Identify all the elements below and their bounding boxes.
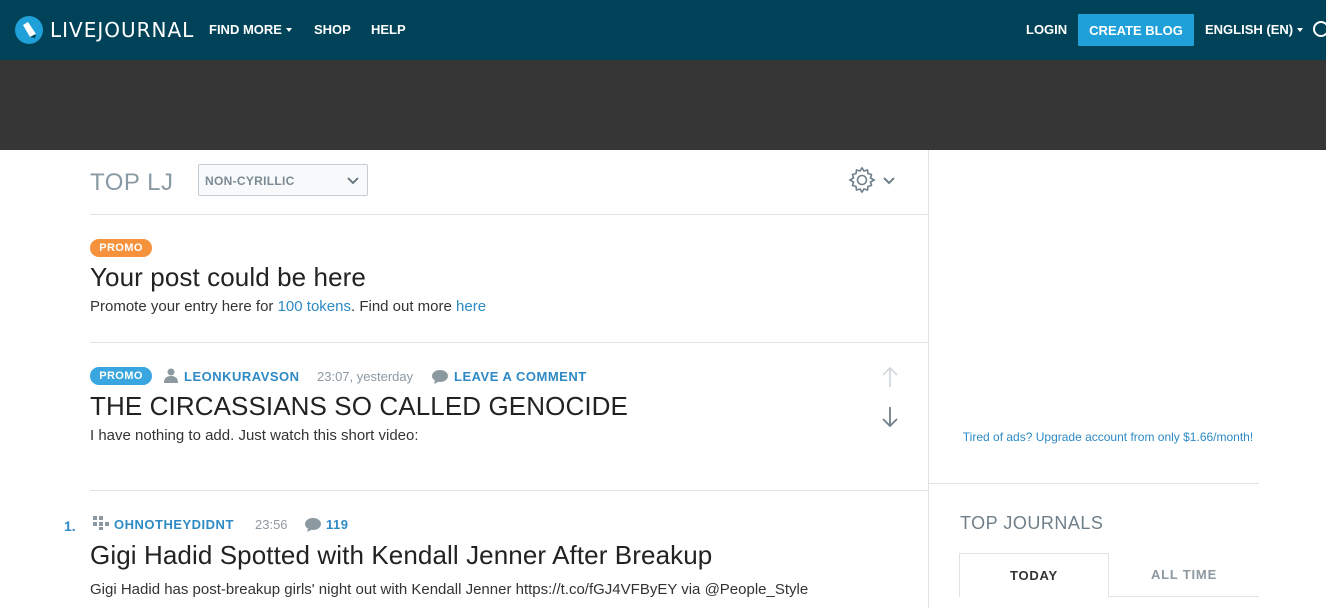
nav-find-more[interactable]: FIND MORE	[209, 22, 292, 37]
arrow-down-icon[interactable]	[880, 406, 900, 428]
chevron-down-icon	[347, 177, 359, 185]
tab-all-time[interactable]: ALL TIME	[1109, 553, 1259, 597]
post-timestamp[interactable]: 23:07, yesterday	[317, 369, 413, 384]
post-excerpt: I have nothing to add. Just watch this s…	[90, 427, 419, 444]
find-out-more-link[interactable]: here	[456, 298, 486, 315]
promo-slot-title[interactable]: Your post could be here	[90, 262, 366, 293]
upgrade-account-link[interactable]: Tired of ads? Upgrade account from only …	[960, 430, 1256, 444]
nav-find-more-label: FIND MORE	[209, 22, 282, 37]
divider	[90, 214, 928, 215]
nav-help[interactable]: HELP	[371, 22, 406, 37]
promo-badge: PROMO	[90, 367, 152, 385]
promo-text-start: Promote your entry here for	[90, 298, 278, 315]
user-icon	[164, 368, 178, 383]
chevron-down-icon[interactable]	[882, 175, 896, 185]
rank-number: 1.	[64, 518, 76, 534]
community-icon	[93, 516, 109, 530]
comment-icon	[305, 518, 321, 532]
dropdown-caret-icon	[1297, 28, 1304, 32]
promo-badge: PROMO	[90, 239, 152, 257]
promo-text-middle: . Find out more	[350, 298, 457, 315]
arrow-up-icon[interactable]	[880, 366, 900, 388]
post-timestamp[interactable]: 23:56	[255, 517, 288, 532]
gear-icon[interactable]	[848, 166, 876, 194]
language-selector[interactable]: ENGLISH (EN)	[1205, 22, 1304, 37]
comment-icon	[432, 370, 448, 384]
tokens-link[interactable]: 100 tokens	[278, 298, 351, 315]
community-link[interactable]: OHNOTHEYDIDNT	[114, 517, 234, 532]
login-link[interactable]: LOGIN	[1026, 22, 1067, 37]
post-title[interactable]: Gigi Hadid Spotted with Kendall Jenner A…	[90, 540, 712, 571]
tab-today[interactable]: TODAY	[959, 553, 1109, 597]
author-link[interactable]: LEONKURAVSON	[184, 369, 300, 384]
logo-text: LIVEJOURNAL	[50, 18, 195, 42]
column-divider	[928, 150, 929, 608]
livejournal-logo[interactable]: LIVEJOURNAL	[14, 14, 194, 46]
livejournal-logo-icon	[15, 16, 43, 44]
create-blog-button[interactable]: CREATE BLOG	[1078, 14, 1194, 46]
promo-slot-text: Promote your entry here for 100 tokens. …	[90, 298, 486, 315]
post-excerpt: Gigi Hadid has post-breakup girls' night…	[90, 581, 809, 598]
language-filter-select[interactable]: NON-CYRILLIC	[198, 164, 368, 196]
post-title[interactable]: THE CIRCASSIANS SO CALLED GENOCIDE	[90, 391, 628, 422]
comment-count-link[interactable]: 119	[326, 517, 348, 532]
divider	[90, 490, 928, 491]
page-title: TOP LJ	[90, 169, 174, 196]
divider	[929, 483, 1259, 484]
top-journals-title: TOP JOURNALS	[960, 513, 1104, 533]
divider	[90, 342, 928, 343]
nav-shop[interactable]: SHOP	[314, 22, 351, 37]
search-icon[interactable]	[1312, 20, 1326, 40]
top-navigation-bar: LIVEJOURNAL FIND MORE SHOP HELP LOGIN CR…	[0, 0, 1326, 60]
leave-comment-link[interactable]: LEAVE A COMMENT	[454, 369, 587, 384]
language-label: ENGLISH (EN)	[1205, 22, 1294, 37]
select-value: NON-CYRILLIC	[205, 174, 295, 188]
ad-banner	[0, 60, 1326, 150]
dropdown-caret-icon	[285, 28, 292, 32]
